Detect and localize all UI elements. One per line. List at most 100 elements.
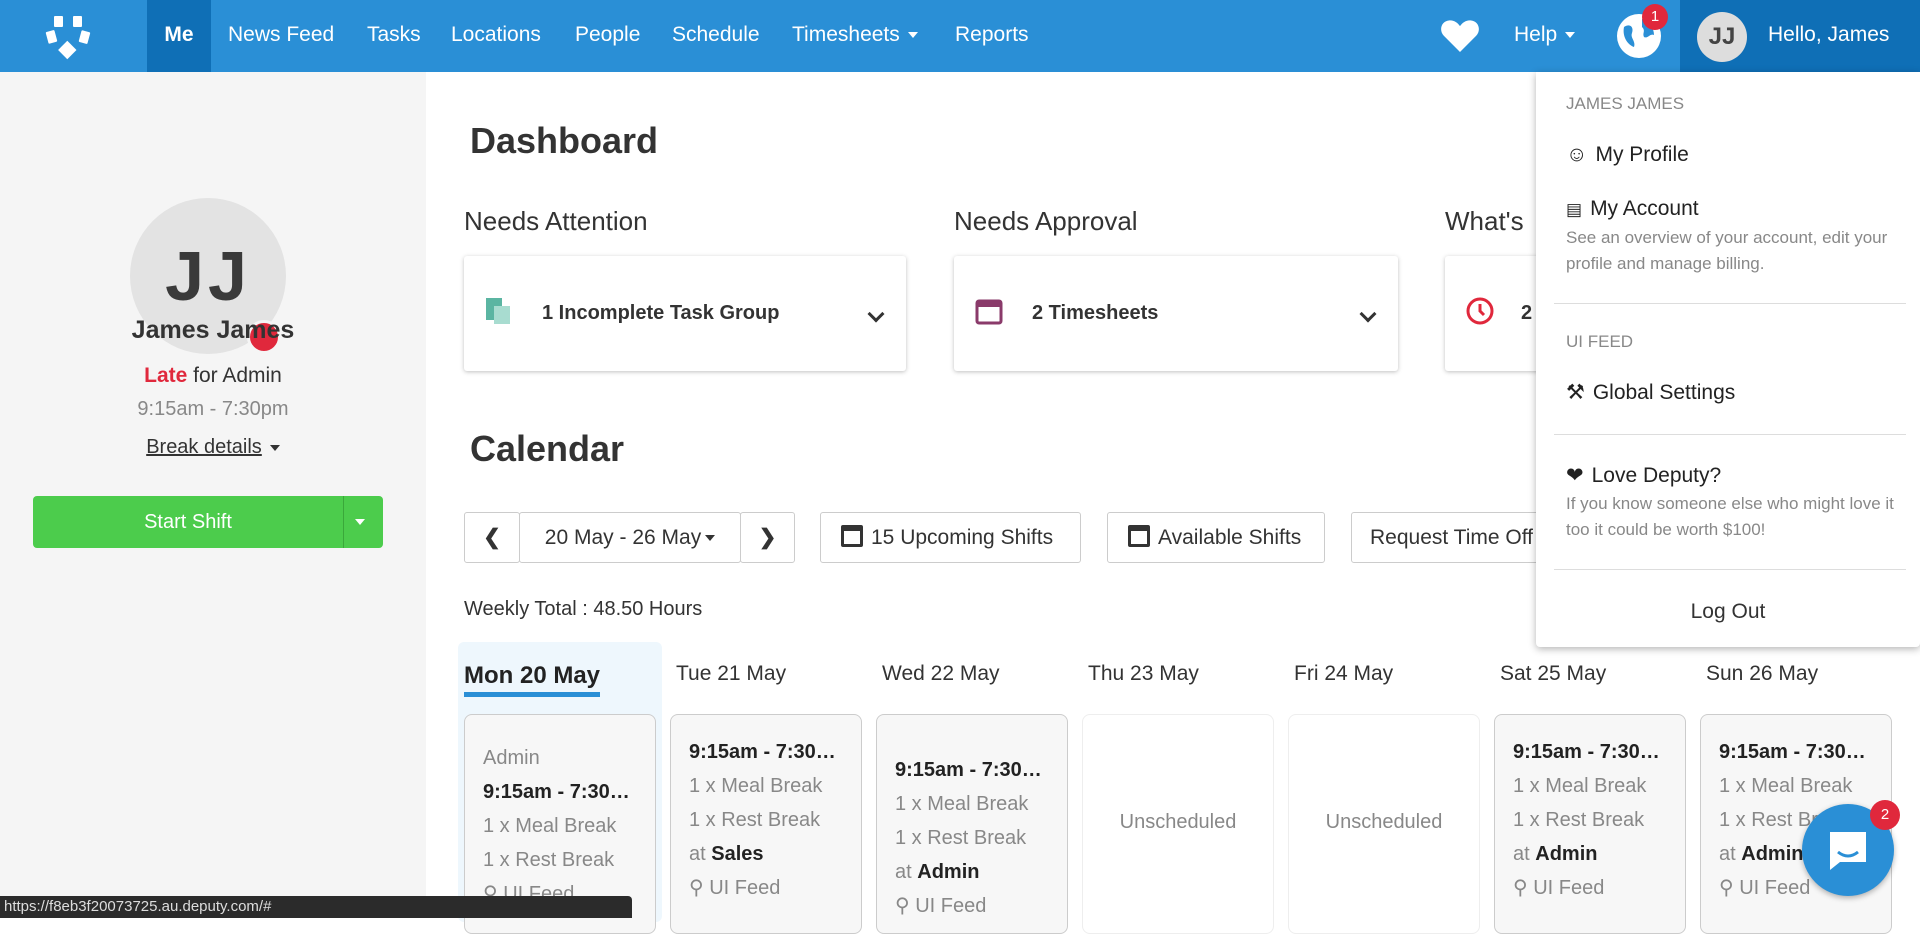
shift-line: at Sales	[689, 837, 843, 871]
chevron-down-icon[interactable]	[867, 305, 885, 323]
help-label: Help	[1514, 23, 1558, 46]
shift-line: 9:15am - 7:30pm	[895, 759, 1049, 781]
needs-attention-card[interactable]: 1 Incomplete Task Group	[464, 256, 906, 371]
card-label: 1 Incomplete Task Group	[542, 302, 780, 324]
day-header[interactable]: Sat 25 May	[1500, 662, 1606, 686]
tools-icon: ⚒	[1566, 381, 1585, 404]
shift-line: 1 x Meal Break	[895, 793, 1029, 815]
area-name: Admin	[917, 861, 980, 883]
log-out-button[interactable]: Log Out	[1536, 600, 1920, 624]
map-pin-icon: ⚲	[895, 895, 916, 917]
chevron-right-icon: ❯	[758, 526, 777, 549]
shift-line: 1 x Rest Break	[1513, 809, 1645, 831]
id-card-icon: ▤	[1566, 200, 1583, 219]
date-range-select[interactable]: 20 May - 26 May	[519, 512, 741, 563]
love-deputy-description: If you know someone else who might love …	[1566, 494, 1894, 539]
start-shift-label: Start Shift	[144, 511, 232, 533]
late-label: Late	[144, 364, 188, 387]
love-deputy-label: Love Deputy?	[1591, 464, 1722, 487]
day-shift-card[interactable]: 9:15am - 7:30pm 1 x Meal Break 1 x Rest Br…	[670, 714, 862, 934]
start-shift-dropdown-icon[interactable]	[355, 519, 365, 525]
nav-people[interactable]: People	[561, 0, 654, 72]
whats-title: What's	[1445, 206, 1524, 236]
map-pin-icon: ⚲	[1719, 877, 1740, 899]
my-account-description: See an overview of your account, edit yo…	[1566, 228, 1888, 273]
notification-badge: 1	[1642, 4, 1668, 30]
nav-locations[interactable]: Locations	[437, 0, 555, 72]
shift-hours: 9:15am - 7:30pm	[137, 398, 289, 420]
caret-down-icon	[269, 444, 280, 451]
global-settings-label: Global Settings	[1592, 381, 1736, 404]
user-icon: ☺	[1566, 143, 1588, 166]
user-avatar[interactable]: JJ	[1697, 12, 1747, 62]
menu-love-deputy[interactable]: ❤ Love Deputy?	[1566, 463, 1721, 488]
nav-tasks[interactable]: Tasks	[353, 0, 435, 72]
menu-org-heading: UI FEED	[1566, 332, 1634, 351]
top-nav: Me News Feed Tasks Locations People Sche…	[0, 0, 1920, 109]
divider	[1554, 569, 1906, 570]
shift-line: 1 x Rest Break	[689, 809, 821, 831]
day-header[interactable]: Thu 23 May	[1088, 662, 1199, 686]
chevron-down-icon[interactable]	[1359, 305, 1377, 323]
calendar-plus-icon	[1128, 525, 1150, 547]
needs-approval-card[interactable]: 2 Timesheets	[954, 256, 1398, 371]
available-shifts-button[interactable]: Available Shifts	[1107, 512, 1325, 563]
day-header[interactable]: Mon 20 May	[464, 662, 601, 697]
shift-line: 9:15am - 7:30pm	[483, 781, 637, 803]
at-label: at	[1719, 843, 1742, 865]
calendar-icon	[841, 525, 863, 547]
deputy-logo-icon[interactable]	[44, 12, 92, 60]
nav-news-feed[interactable]: News Feed	[214, 0, 348, 72]
card-label: 2	[1521, 302, 1533, 324]
day-shift-card[interactable]: 9:15am - 7:30pm 1 x Meal Break 1 x Rest Br…	[1494, 714, 1686, 934]
shift-line: 9:15am - 7:30pm	[689, 741, 843, 763]
shift-line: 1 x Meal Break	[483, 815, 617, 837]
menu-my-account[interactable]: ▤ My Account	[1566, 197, 1699, 221]
start-shift-button[interactable]: Start Shift	[33, 496, 383, 548]
nav-me[interactable]: Me	[147, 0, 211, 72]
help-menu[interactable]: Help	[1500, 0, 1589, 72]
day-header[interactable]: Sun 26 May	[1706, 662, 1818, 686]
shift-line: 1 x Meal Break	[1513, 775, 1647, 797]
day-header[interactable]: Wed 22 May	[882, 662, 1000, 686]
prev-week-button[interactable]: ❮	[464, 512, 520, 563]
chat-badge: 2	[1870, 800, 1900, 830]
menu-global-settings[interactable]: ⚒ Global Settings	[1566, 380, 1735, 405]
caret-down-icon	[705, 535, 716, 542]
shift-line: at Admin	[895, 855, 1049, 889]
break-details[interactable]: Break details	[0, 436, 426, 459]
at-label: at	[689, 843, 712, 865]
shift-line: 1 x Meal Break	[1719, 775, 1853, 797]
shift-line: 9:15am - 7:30pm	[1719, 741, 1873, 763]
task-document-icon	[486, 298, 510, 324]
menu-user-heading: JAMES JAMES	[1566, 94, 1685, 113]
next-week-button[interactable]: ❯	[740, 512, 795, 563]
divider	[343, 496, 344, 548]
day-header[interactable]: Tue 21 May	[676, 662, 786, 686]
shift-line: 1 x Meal Break	[689, 775, 823, 797]
profile-name: James James	[131, 316, 295, 344]
upcoming-shifts-button[interactable]: 15 Upcoming Shifts	[820, 512, 1081, 563]
area-name: Sales	[711, 843, 764, 865]
nav-timesheets-label: Timesheets	[792, 23, 900, 46]
day-shift-card[interactable]: Unscheduled	[1082, 714, 1274, 934]
my-profile-label: My Profile	[1595, 143, 1689, 166]
nav-timesheets[interactable]: Timesheets	[778, 0, 932, 72]
menu-my-profile[interactable]: ☺ My Profile	[1566, 143, 1689, 167]
shift-line: Unscheduled	[1325, 811, 1443, 833]
calendar-title: Calendar	[470, 428, 625, 469]
day-shift-card[interactable]: 9:15am - 7:30pm 1 x Meal Break 1 x Rest Br…	[876, 714, 1068, 934]
heart-icon[interactable]	[1440, 18, 1480, 52]
day-shift-card[interactable]: Unscheduled	[1288, 714, 1480, 934]
shift-line: Unscheduled	[1119, 811, 1237, 833]
late-for: for Admin	[187, 364, 282, 387]
divider	[1554, 434, 1906, 435]
needs-attention-title: Needs Attention	[464, 206, 648, 236]
at-label: at	[1513, 843, 1536, 865]
user-greeting[interactable]: Hello, James	[1754, 0, 1920, 109]
day-header[interactable]: Fri 24 May	[1294, 662, 1393, 686]
caret-down-icon	[907, 32, 918, 39]
nav-reports[interactable]: Reports	[941, 0, 1043, 72]
shift-location: ⚲ UI Feed	[1513, 877, 1605, 899]
nav-schedule[interactable]: Schedule	[658, 0, 774, 72]
